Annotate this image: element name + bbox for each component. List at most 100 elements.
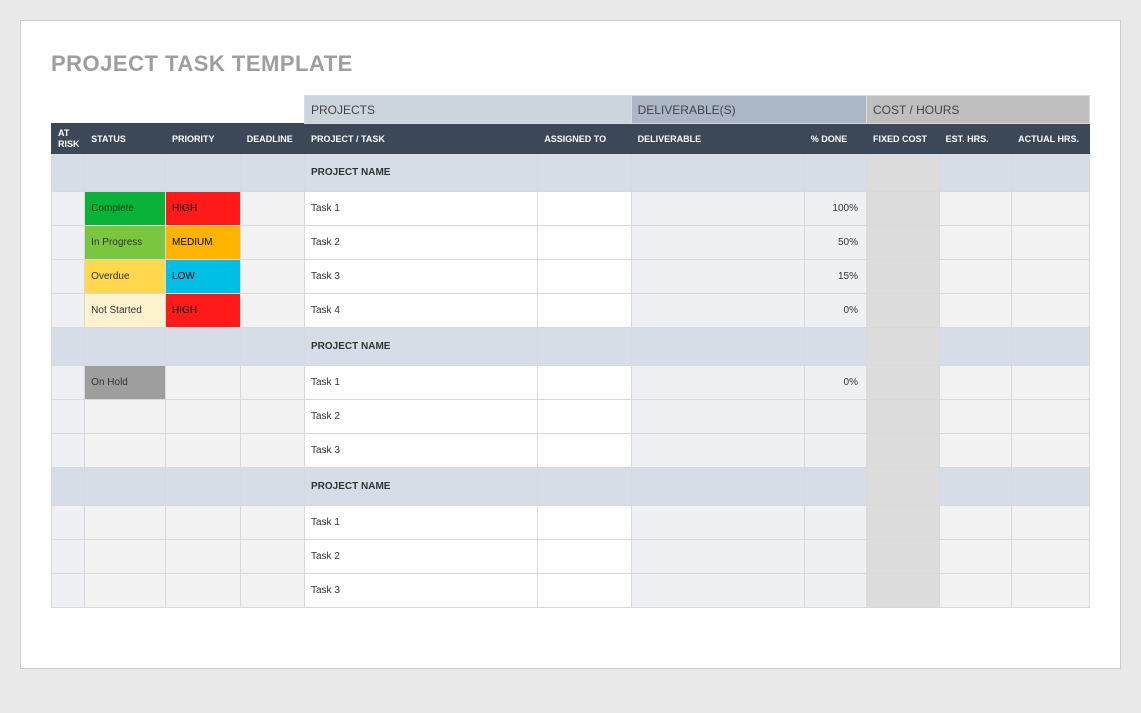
deliverable-cell[interactable] (631, 506, 804, 540)
actual-hrs-cell[interactable] (1012, 260, 1090, 294)
status-cell[interactable] (85, 434, 166, 468)
at-risk-cell[interactable] (52, 294, 85, 328)
assigned-cell[interactable] (538, 260, 631, 294)
est-hrs-cell[interactable] (939, 574, 1012, 608)
actual-hrs-cell[interactable] (1012, 366, 1090, 400)
done-cell[interactable]: 15% (804, 260, 866, 294)
at-risk-cell[interactable] (52, 192, 85, 226)
actual-hrs-cell[interactable] (1012, 434, 1090, 468)
assigned-cell[interactable] (538, 434, 631, 468)
priority-cell[interactable] (166, 366, 241, 400)
task-cell[interactable]: Task 2 (304, 226, 537, 260)
section-cell[interactable] (240, 154, 304, 192)
done-cell[interactable]: 100% (804, 192, 866, 226)
fixed-cost-cell[interactable] (866, 192, 939, 226)
task-cell[interactable]: Task 2 (304, 400, 537, 434)
deadline-cell[interactable] (240, 400, 304, 434)
section-cell[interactable] (85, 154, 166, 192)
task-cell[interactable]: Task 1 (304, 366, 537, 400)
section-cell[interactable] (804, 154, 866, 192)
section-cell[interactable] (804, 468, 866, 506)
deadline-cell[interactable] (240, 574, 304, 608)
done-cell[interactable] (804, 434, 866, 468)
deadline-cell[interactable] (240, 192, 304, 226)
actual-hrs-cell[interactable] (1012, 400, 1090, 434)
at-risk-cell[interactable] (52, 434, 85, 468)
section-header[interactable]: PROJECT NAME (304, 468, 537, 506)
section-header[interactable]: PROJECT NAME (304, 154, 537, 192)
section-cell[interactable] (85, 328, 166, 366)
section-cell[interactable] (866, 468, 939, 506)
fixed-cost-cell[interactable] (866, 506, 939, 540)
section-cell[interactable] (866, 328, 939, 366)
fixed-cost-cell[interactable] (866, 260, 939, 294)
actual-hrs-cell[interactable] (1012, 506, 1090, 540)
section-cell[interactable] (1012, 468, 1090, 506)
assigned-cell[interactable] (538, 366, 631, 400)
deliverable-cell[interactable] (631, 366, 804, 400)
fixed-cost-cell[interactable] (866, 434, 939, 468)
done-cell[interactable]: 50% (804, 226, 866, 260)
assigned-cell[interactable] (538, 506, 631, 540)
task-cell[interactable]: Task 4 (304, 294, 537, 328)
section-cell[interactable] (538, 328, 631, 366)
deadline-cell[interactable] (240, 226, 304, 260)
fixed-cost-cell[interactable] (866, 366, 939, 400)
deliverable-cell[interactable] (631, 540, 804, 574)
deadline-cell[interactable] (240, 294, 304, 328)
section-cell[interactable] (1012, 328, 1090, 366)
priority-cell[interactable]: HIGH (166, 294, 241, 328)
assigned-cell[interactable] (538, 294, 631, 328)
est-hrs-cell[interactable] (939, 226, 1012, 260)
section-cell[interactable] (804, 328, 866, 366)
task-cell[interactable]: Task 3 (304, 434, 537, 468)
done-cell[interactable] (804, 540, 866, 574)
section-header[interactable]: PROJECT NAME (304, 328, 537, 366)
actual-hrs-cell[interactable] (1012, 574, 1090, 608)
deliverable-cell[interactable] (631, 226, 804, 260)
section-cell[interactable] (52, 328, 85, 366)
fixed-cost-cell[interactable] (866, 540, 939, 574)
section-cell[interactable] (631, 154, 804, 192)
est-hrs-cell[interactable] (939, 434, 1012, 468)
status-cell[interactable]: Overdue (85, 260, 166, 294)
done-cell[interactable]: 0% (804, 294, 866, 328)
done-cell[interactable]: 0% (804, 366, 866, 400)
priority-cell[interactable]: LOW (166, 260, 241, 294)
fixed-cost-cell[interactable] (866, 574, 939, 608)
assigned-cell[interactable] (538, 192, 631, 226)
actual-hrs-cell[interactable] (1012, 294, 1090, 328)
done-cell[interactable] (804, 400, 866, 434)
task-cell[interactable]: Task 3 (304, 574, 537, 608)
done-cell[interactable] (804, 574, 866, 608)
est-hrs-cell[interactable] (939, 294, 1012, 328)
fixed-cost-cell[interactable] (866, 226, 939, 260)
actual-hrs-cell[interactable] (1012, 540, 1090, 574)
section-cell[interactable] (1012, 154, 1090, 192)
deadline-cell[interactable] (240, 366, 304, 400)
actual-hrs-cell[interactable] (1012, 226, 1090, 260)
at-risk-cell[interactable] (52, 540, 85, 574)
est-hrs-cell[interactable] (939, 400, 1012, 434)
status-cell[interactable] (85, 574, 166, 608)
section-cell[interactable] (85, 468, 166, 506)
section-cell[interactable] (52, 468, 85, 506)
at-risk-cell[interactable] (52, 226, 85, 260)
section-cell[interactable] (538, 154, 631, 192)
status-cell[interactable]: In Progress (85, 226, 166, 260)
done-cell[interactable] (804, 506, 866, 540)
section-cell[interactable] (240, 328, 304, 366)
task-cell[interactable]: Task 2 (304, 540, 537, 574)
est-hrs-cell[interactable] (939, 540, 1012, 574)
deliverable-cell[interactable] (631, 260, 804, 294)
at-risk-cell[interactable] (52, 400, 85, 434)
status-cell[interactable] (85, 506, 166, 540)
deliverable-cell[interactable] (631, 574, 804, 608)
deadline-cell[interactable] (240, 260, 304, 294)
deliverable-cell[interactable] (631, 400, 804, 434)
section-cell[interactable] (939, 328, 1012, 366)
status-cell[interactable]: On Hold (85, 366, 166, 400)
priority-cell[interactable] (166, 434, 241, 468)
deadline-cell[interactable] (240, 540, 304, 574)
section-cell[interactable] (52, 154, 85, 192)
